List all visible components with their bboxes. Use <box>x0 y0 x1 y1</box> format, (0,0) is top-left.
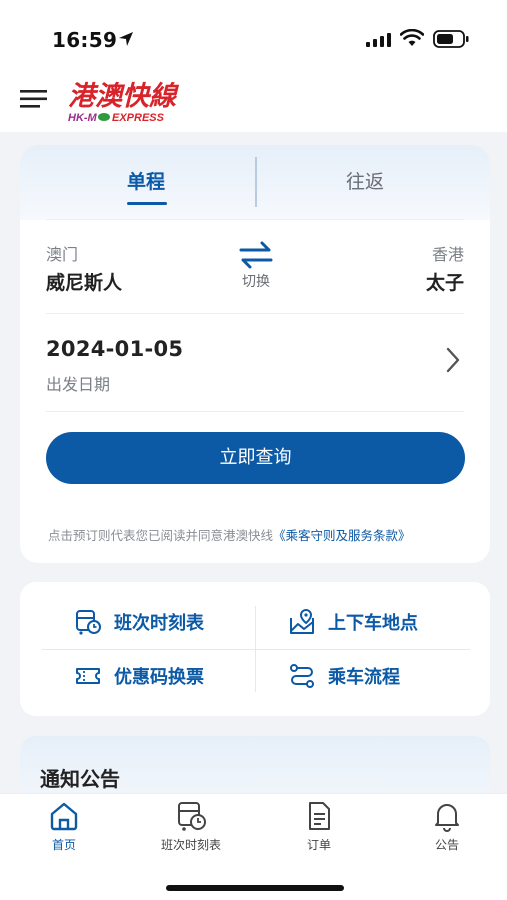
menu-icon[interactable] <box>20 88 47 110</box>
quick-link-label: 优惠码换票 <box>114 667 204 688</box>
divider <box>46 219 464 220</box>
bell-icon <box>435 804 459 832</box>
quick-links-card: 班次时刻表 上下车地点 优惠码换票 乘车流程 <box>20 582 490 716</box>
swap-label: 切换 <box>242 274 270 290</box>
to-region[interactable]: 香港 <box>432 241 464 265</box>
trip-type-tabs: 单程 往返 <box>20 145 490 220</box>
quick-link-pickup-points[interactable]: 上下车地点 <box>288 600 418 644</box>
status-time: 16:59 <box>52 28 118 52</box>
status-bar: 16:59 <box>0 0 507 70</box>
home-indicator[interactable] <box>166 885 344 891</box>
active-tab-indicator <box>127 202 167 205</box>
nav-label: 班次时刻表 <box>160 838 221 852</box>
from-region[interactable]: 澳门 <box>46 241 78 265</box>
nav-item-timetable[interactable]: 班次时刻表 <box>141 800 241 853</box>
departure-date-value: 2024-01-05 <box>46 337 184 361</box>
departure-date-label: 出发日期 <box>46 375 111 394</box>
from-station[interactable]: 威尼斯人 <box>46 268 122 295</box>
quick-link-boarding-process[interactable]: 乘车流程 <box>288 654 400 698</box>
swap-button[interactable]: 切换 <box>228 241 284 297</box>
tab-single-trip[interactable]: 单程 <box>116 167 176 194</box>
nav-label: 公告 <box>434 838 459 852</box>
route-icon <box>290 664 314 688</box>
svg-text:港澳快線: 港澳快線 <box>68 81 180 112</box>
cellular-signal-icon <box>366 33 391 47</box>
tab-round-trip[interactable]: 往返 <box>335 167 395 194</box>
svg-text:HK-M: HK-M <box>68 112 98 124</box>
map-pin-icon <box>290 608 314 634</box>
svg-text:EXPRESS: EXPRESS <box>112 112 165 124</box>
quick-link-label: 乘车流程 <box>328 667 400 688</box>
app-header: 港澳快線 HK-M EXPRESS <box>0 70 507 132</box>
document-icon <box>309 802 330 830</box>
location-arrow-icon <box>119 32 133 46</box>
battery-icon <box>433 30 469 48</box>
quick-link-timetable[interactable]: 班次时刻表 <box>74 600 204 644</box>
notice-title: 通知公告 <box>40 767 120 791</box>
chevron-right-icon <box>446 347 460 373</box>
terms-notice: 点击预订则代表您已阅读并同意港澳快线《乘客守则及服务条款》 <box>48 525 468 544</box>
nav-label: 订单 <box>306 838 331 852</box>
quick-link-coupon-redeem[interactable]: 优惠码换票 <box>74 654 204 698</box>
departure-date-selector[interactable]: 2024-01-05 出发日期 <box>46 325 464 397</box>
wifi-icon <box>400 29 424 46</box>
route-selector: 澳门 威尼斯人 切换 香港 太子 <box>46 241 464 301</box>
quick-link-label: 班次时刻表 <box>114 613 204 634</box>
to-station[interactable]: 太子 <box>426 268 464 295</box>
ticket-icon <box>76 668 100 684</box>
app-logo: 港澳快線 HK-M EXPRESS <box>68 81 180 124</box>
divider <box>46 411 464 412</box>
swap-arrows-icon <box>239 241 273 269</box>
home-icon <box>50 802 78 831</box>
divider <box>42 649 470 650</box>
divider <box>46 313 464 314</box>
bus-clock-icon <box>178 802 206 831</box>
quick-link-label: 上下车地点 <box>328 613 418 634</box>
nav-item-orders[interactable]: 订单 <box>269 800 369 853</box>
nav-item-home[interactable]: 首页 <box>14 800 114 853</box>
search-button[interactable]: 立即查询 <box>46 432 465 484</box>
search-card: 单程 往返 澳门 威尼斯人 切换 香港 太子 2024-01-05 出发日期 立… <box>20 145 490 563</box>
tab-divider <box>255 157 257 207</box>
terms-link[interactable]: 《乘客守则及服务条款》 <box>273 528 411 543</box>
nav-item-notices[interactable]: 公告 <box>397 800 497 853</box>
bottom-nav: 首页 班次时刻表 订单 公告 <box>0 793 507 900</box>
terms-text: 点击预订则代表您已阅读并同意港澳快线 <box>48 528 274 543</box>
nav-label: 首页 <box>51 838 76 852</box>
bus-clock-icon <box>76 610 101 635</box>
divider <box>255 606 256 692</box>
